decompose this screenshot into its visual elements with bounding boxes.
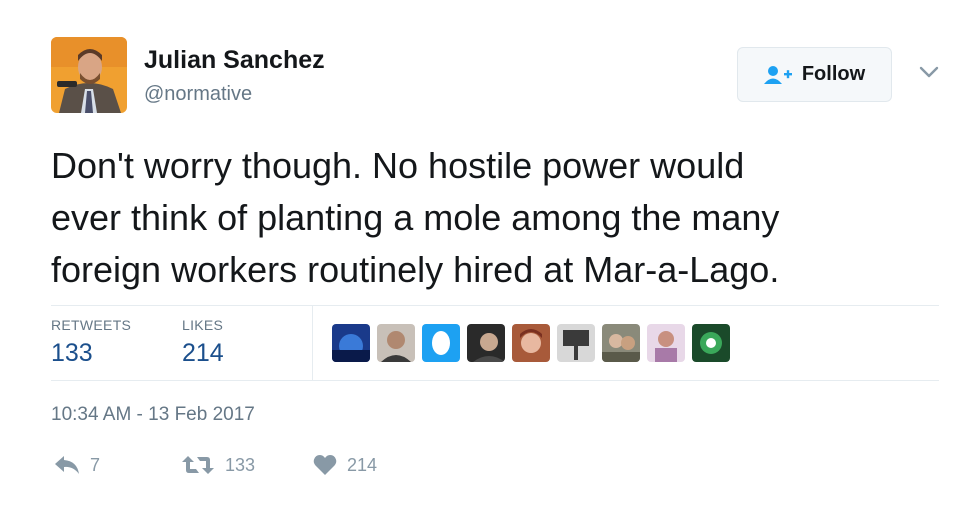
liker-avatar[interactable] (557, 324, 595, 362)
retweets-label: RETWEETS (51, 317, 132, 333)
retweet-icon (182, 456, 214, 474)
author-avatar[interactable] (51, 37, 127, 113)
follow-person-plus-icon (763, 65, 792, 84)
retweet-action[interactable]: 133 (181, 454, 255, 476)
tweet-text-line: foreign workers routinely hired at Mar-a… (51, 249, 780, 290)
tweet-text-line: Don't worry though. No hostile power wou… (51, 145, 745, 186)
reply-action[interactable]: 7 (54, 454, 100, 476)
like-action[interactable]: 214 (313, 454, 377, 476)
tweet-text-line: ever think of planting a mole among the … (51, 197, 780, 238)
liker-avatar[interactable] (602, 324, 640, 362)
likes-label: LIKES (182, 317, 224, 333)
liker-avatar[interactable] (692, 324, 730, 362)
like-count: 214 (347, 454, 378, 475)
liker-avatar[interactable] (467, 324, 505, 362)
author-name[interactable]: Julian Sanchez (144, 46, 325, 75)
reply-count: 7 (90, 454, 101, 475)
reply-icon (55, 456, 79, 474)
retweet-count: 133 (225, 454, 256, 475)
follow-label: Follow (801, 63, 866, 85)
author-avatar-image (51, 37, 127, 113)
author-handle[interactable]: @normative (144, 83, 252, 106)
stats-top-divider (51, 305, 939, 306)
follow-button[interactable]: Follow (737, 47, 892, 102)
heart-icon (313, 455, 337, 475)
liker-avatar[interactable] (332, 324, 370, 362)
chevron-down-icon[interactable] (918, 64, 940, 80)
tweet-timestamp[interactable]: 10:34 AM - 13 Feb 2017 (51, 404, 255, 426)
liker-avatar[interactable] (512, 324, 550, 362)
likes-count[interactable]: 214 (182, 339, 224, 368)
tweet-text: Don't worry though. No hostile power wou… (51, 140, 951, 296)
liker-avatar[interactable] (377, 324, 415, 362)
retweets-count[interactable]: 133 (51, 339, 93, 368)
liker-avatars (332, 324, 730, 362)
liker-avatar[interactable] (422, 324, 460, 362)
liker-avatar[interactable] (647, 324, 685, 362)
stats-bottom-divider (51, 380, 939, 381)
stats-vertical-divider (312, 306, 313, 380)
